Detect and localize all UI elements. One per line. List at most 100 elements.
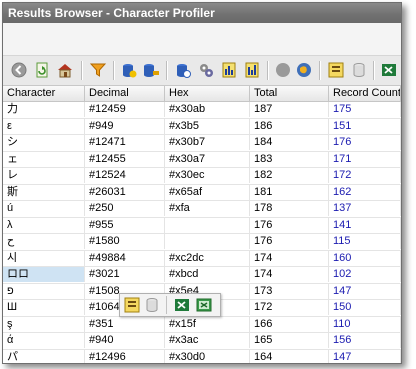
toolbar-separator: [81, 61, 83, 80]
globe-icon[interactable]: [296, 62, 312, 78]
cell-hex: #xbcd: [165, 267, 250, 282]
excel-icon[interactable]: [381, 62, 397, 78]
cell-total: 186: [250, 118, 329, 134]
cell-record-count: 175: [329, 102, 401, 117]
cell-record-count: 156: [329, 333, 401, 348]
column-header-total[interactable]: Total: [250, 86, 329, 101]
cell-record-count: 160: [329, 250, 401, 266]
cell-hex: [165, 217, 250, 233]
table-row[interactable]: ά #940 #x3ac 165 156: [3, 333, 401, 350]
menu-bar: [3, 23, 401, 56]
cell-hex: #x3b5: [165, 118, 250, 134]
cell-total: 174: [250, 267, 329, 282]
cell-total: 172: [250, 300, 329, 315]
cell-record-count: 115: [329, 234, 401, 249]
cell-total: 178: [250, 201, 329, 216]
cell-decimal: #12471: [85, 135, 165, 150]
cell-character: シ: [3, 135, 85, 150]
cell-total: 174: [250, 250, 329, 266]
cell-decimal: #1580: [85, 234, 165, 249]
table-row[interactable]: パ #12496 #x30d0 164 147: [3, 349, 401, 363]
table-row[interactable]: 力 #12459 #x30ab 187 175: [3, 102, 401, 119]
table-row[interactable]: ú #250 #xfa 178 137: [3, 201, 401, 218]
cell-total: 176: [250, 217, 329, 233]
cell-decimal: #12455: [85, 151, 165, 167]
cell-character: Ш: [3, 300, 85, 315]
table-row[interactable]: レ #12524 #x30ec 182 172: [3, 168, 401, 185]
cell-decimal: #3021: [85, 267, 165, 282]
grid-rows: 力 #12459 #x30ab 187 175 ε #949 #x3b5 186 151 シ #124…: [3, 102, 401, 363]
info-icon[interactable]: [175, 62, 191, 78]
cell-character: ε: [3, 118, 85, 134]
home-icon[interactable]: [57, 62, 73, 78]
cell-total: 166: [250, 316, 329, 332]
cell-character: ú: [3, 201, 85, 216]
cell-total: 164: [250, 349, 329, 363]
column-header-character[interactable]: Character: [3, 86, 85, 101]
cell-total: 184: [250, 135, 329, 150]
toolbar-separator: [267, 61, 269, 80]
cell-record-count: 162: [329, 184, 401, 200]
settings-icon[interactable]: [198, 62, 214, 78]
cell-character: レ: [3, 168, 85, 183]
table-row[interactable]: 斯 #26031 #x65af 181 162: [3, 184, 401, 201]
popup-separator: [166, 296, 167, 314]
cell-record-count: 102: [329, 267, 401, 282]
toolbar-separator: [166, 61, 168, 80]
cell-character: פ: [3, 283, 85, 299]
cell-hex: #xc2dc: [165, 250, 250, 266]
column-header-record-count[interactable]: Record Count: [329, 86, 401, 101]
excel-icon[interactable]: [174, 297, 190, 313]
cell-decimal: #49884: [85, 250, 165, 266]
cell-character: 力: [3, 102, 85, 117]
cell-record-count: 137: [329, 201, 401, 216]
cell-decimal: #12496: [85, 349, 165, 363]
cell-character: パ: [3, 349, 85, 363]
table-row[interactable]: ロロ #3021 #xbcd 174 102: [3, 267, 401, 284]
database-icon[interactable]: [144, 297, 160, 313]
report-icon[interactable]: [124, 297, 140, 313]
column-chart-alt-icon[interactable]: [244, 62, 260, 78]
cell-total: 187: [250, 102, 329, 117]
cell-total: 182: [250, 168, 329, 183]
cell-character: 시: [3, 250, 85, 266]
excel-export-icon[interactable]: [196, 297, 212, 313]
cell-record-count: 150: [329, 300, 401, 315]
cell-hex: #x30b7: [165, 135, 250, 150]
report-icon[interactable]: [328, 62, 344, 78]
column-chart-icon[interactable]: [221, 62, 237, 78]
cell-record-count: 172: [329, 168, 401, 183]
cell-decimal: #955: [85, 217, 165, 233]
table-row[interactable]: ェ #12455 #x30a7 183 171: [3, 151, 401, 168]
table-row[interactable]: シ #12471 #x30b7 184 176: [3, 135, 401, 152]
cell-total: 183: [250, 151, 329, 167]
cell-decimal: #12459: [85, 102, 165, 117]
table-row[interactable]: 시 #49884 #xc2dc 174 160: [3, 250, 401, 267]
table-row[interactable]: ş #351 #x15f 166 110: [3, 316, 401, 333]
table-row[interactable]: ε #949 #x3b5 186 151: [3, 118, 401, 135]
cell-hex: [165, 234, 250, 249]
cell-total: 165: [250, 333, 329, 348]
back-icon[interactable]: [11, 62, 27, 78]
cell-record-count: 151: [329, 118, 401, 134]
refresh-icon[interactable]: [34, 62, 50, 78]
add-data-icon[interactable]: [121, 62, 137, 78]
cell-character: ロロ: [3, 267, 85, 282]
cell-decimal: #250: [85, 201, 165, 216]
filter-icon[interactable]: [90, 62, 106, 78]
column-header-hex[interactable]: Hex: [165, 86, 250, 101]
table-row[interactable]: ح #1580 176 115: [3, 234, 401, 251]
table-row[interactable]: λ #955 176 141: [3, 217, 401, 234]
cell-character: ά: [3, 333, 85, 348]
record-icon[interactable]: [275, 62, 291, 78]
column-header-decimal[interactable]: Decimal: [85, 86, 165, 101]
cell-total: 181: [250, 184, 329, 200]
cell-record-count: 147: [329, 283, 401, 299]
cell-decimal: #949: [85, 118, 165, 134]
database-icon[interactable]: [351, 62, 367, 78]
cell-hex: #x30ab: [165, 102, 250, 117]
cell-record-count: 147: [329, 349, 401, 363]
cell-character: ح: [3, 234, 85, 249]
toolbar: [3, 56, 401, 86]
export-data-icon[interactable]: [143, 62, 159, 78]
